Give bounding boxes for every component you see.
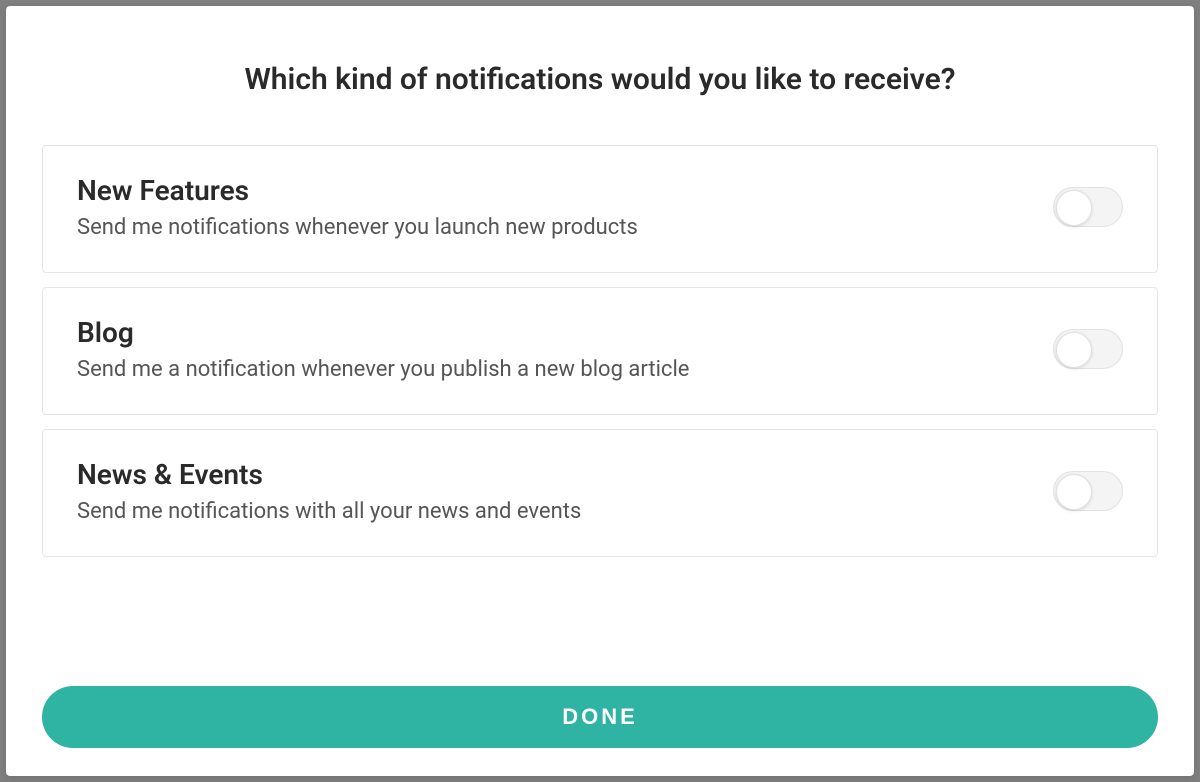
option-description: Send me a notification whenever you publ… — [77, 357, 689, 382]
toggle-knob-icon — [1056, 190, 1092, 226]
option-new-features: New Features Send me notifications whene… — [42, 145, 1158, 273]
option-texts: Blog Send me a notification whenever you… — [77, 316, 689, 382]
toggle-blog[interactable] — [1053, 329, 1123, 369]
toggle-knob-icon — [1056, 474, 1092, 510]
option-texts: News & Events Send me notifications with… — [77, 458, 581, 524]
option-title: Blog — [77, 316, 689, 349]
toggle-new-features[interactable] — [1053, 187, 1123, 227]
option-description: Send me notifications whenever you launc… — [77, 215, 638, 240]
option-title: News & Events — [77, 458, 581, 491]
toggle-knob-icon — [1056, 332, 1092, 368]
option-blog: Blog Send me a notification whenever you… — [42, 287, 1158, 415]
modal-title: Which kind of notifications would you li… — [42, 62, 1158, 97]
option-description: Send me notifications with all your news… — [77, 499, 581, 524]
notifications-modal: Which kind of notifications would you li… — [6, 6, 1194, 776]
toggle-news-events[interactable] — [1053, 471, 1123, 511]
option-news-events: News & Events Send me notifications with… — [42, 429, 1158, 557]
option-texts: New Features Send me notifications whene… — [77, 174, 638, 240]
option-title: New Features — [77, 174, 638, 207]
options-list: New Features Send me notifications whene… — [42, 145, 1158, 658]
done-button[interactable]: DONE — [42, 686, 1158, 748]
